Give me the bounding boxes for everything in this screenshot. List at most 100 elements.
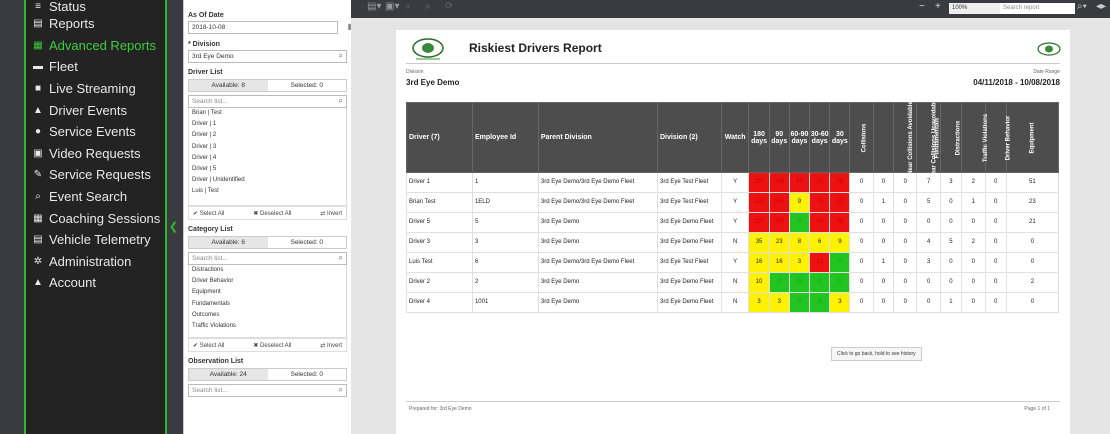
list-item[interactable]: Outcomes bbox=[189, 310, 346, 321]
risk-score: 9 bbox=[788, 192, 811, 213]
list-item[interactable]: Driver | 4 bbox=[189, 153, 346, 164]
table-row[interactable]: Driver 5 5 3rd Eye Demo 3rd Eye Demo Fleet Y… bbox=[406, 212, 1060, 233]
tab-selected[interactable]: Selected: 0 bbox=[268, 237, 347, 248]
list-item[interactable]: Distractions bbox=[189, 265, 346, 276]
list-item[interactable]: Brian | Test bbox=[189, 108, 346, 119]
nav-item-reports[interactable]: ▤ Reports bbox=[26, 13, 165, 35]
tab-available[interactable]: Available: 8 bbox=[189, 80, 268, 91]
print-icon[interactable]: ▣▾ bbox=[385, 1, 399, 12]
nav-item-coaching-sessions[interactable]: ▦ Coaching Sessions bbox=[26, 207, 165, 229]
invert-button[interactable]: ⇄ Invert bbox=[320, 210, 342, 217]
risk-score: 105 bbox=[768, 192, 790, 213]
list-item[interactable]: Driver | 2 bbox=[189, 130, 346, 141]
list-item[interactable]: Driver | 1 bbox=[189, 119, 346, 130]
nav-item-administration[interactable]: ✲ Administration bbox=[26, 251, 165, 273]
column-header[interactable]: Collisions bbox=[849, 102, 874, 173]
invert-button[interactable]: ⇄ Invert bbox=[320, 342, 342, 349]
column-header[interactable]: Parent Division bbox=[537, 102, 659, 173]
as-of-date-input[interactable]: 2018-10-08▦ bbox=[188, 21, 351, 34]
nav-item-label: Coaching Sessions bbox=[49, 210, 161, 226]
event-count: 0 bbox=[1005, 292, 1060, 313]
event-count: 1 bbox=[939, 292, 963, 313]
column-header[interactable]: Employee Id bbox=[471, 102, 539, 173]
column-header[interactable]: Driver (7) bbox=[406, 102, 473, 173]
event-count: 0 bbox=[893, 292, 918, 313]
refresh-icon[interactable]: ⟳ bbox=[445, 1, 453, 12]
list-item[interactable]: Driver | 5 bbox=[189, 164, 346, 175]
event-count: 0 bbox=[893, 252, 918, 273]
search-report-input[interactable]: Search report bbox=[1000, 3, 1075, 14]
forward-icon[interactable]: » bbox=[425, 1, 431, 12]
nav-item-advanced-reports[interactable]: ▦ Advanced Reports bbox=[26, 35, 165, 57]
column-header[interactable]: Near Collisions Avoidable bbox=[872, 101, 914, 175]
table-row[interactable]: Driver 4 1001 3rd Eye Demo 3rd Eye Demo Fle… bbox=[406, 292, 1060, 313]
nav-item-label: Status bbox=[49, 0, 86, 14]
table-row[interactable]: Driver 2 2 3rd Eye Demo 3rd Eye Demo Fleet N… bbox=[406, 272, 1060, 293]
nav-item-driver-events[interactable]: ▲ Driver Events bbox=[26, 99, 165, 121]
driver-list-label: Driver List bbox=[188, 69, 223, 76]
nav-item-vehicle-telemetry[interactable]: ▤ Vehicle Telemetry bbox=[26, 229, 165, 251]
column-header[interactable]: Division (2) bbox=[657, 102, 722, 173]
column-header[interactable]: 90 days bbox=[768, 102, 790, 173]
zoom-out-icon[interactable]: − bbox=[919, 1, 925, 12]
table-row[interactable]: Driver 3 3 3rd Eye Demo 3rd Eye Demo Fleet N… bbox=[406, 232, 1060, 253]
list-item[interactable]: Driver | 3 bbox=[189, 142, 346, 153]
search-icon[interactable]: ⌕ bbox=[339, 51, 343, 61]
date-range-value: 04/11/2018 - 10/08/2018 bbox=[973, 78, 1060, 87]
deselect-all-button[interactable]: ✖ Deselect All bbox=[253, 342, 291, 349]
event-count: 0 bbox=[872, 292, 895, 313]
search-placeholder: Search list... bbox=[192, 255, 228, 262]
back-icon[interactable]: « bbox=[405, 1, 411, 12]
column-header[interactable]: 180 days bbox=[748, 102, 770, 173]
list-item[interactable]: Equipment bbox=[189, 287, 346, 298]
list-item[interactable]: Driver | Unidentified bbox=[189, 175, 346, 186]
nav-item-service-events[interactable]: ● Service Events bbox=[26, 121, 165, 143]
search-icon[interactable]: ⌕ bbox=[339, 385, 343, 395]
nav-item-account[interactable]: ▲ Account bbox=[26, 272, 165, 294]
list-item[interactable]: Luis | Test bbox=[189, 186, 346, 197]
table-row[interactable]: Brian Test 1ELD 3rd Eye Demo/3rd Eye Demo … bbox=[406, 192, 1060, 213]
nav-item-label: Event Search bbox=[49, 189, 128, 205]
search-icon[interactable]: ⌕ bbox=[339, 96, 343, 106]
nav-item-label: Vehicle Telemetry bbox=[49, 232, 151, 248]
search-icon[interactable]: ⌕▾ bbox=[1077, 1, 1087, 12]
column-header[interactable]: 30 days bbox=[829, 102, 851, 173]
driver-list-search[interactable]: Search list... ⌕ bbox=[188, 95, 347, 108]
nav-item-fleet[interactable]: ▬ Fleet bbox=[26, 56, 165, 78]
observation-list-search[interactable]: Search list... ⌕ bbox=[188, 384, 347, 397]
nav-item-live-streaming[interactable]: ■ Live Streaming bbox=[26, 78, 165, 100]
column-header[interactable]: 60-90 days bbox=[788, 102, 811, 173]
nav-item-service-requests[interactable]: ✎ Service Requests bbox=[26, 164, 165, 186]
column-header[interactable]: 30-60 days bbox=[809, 102, 831, 173]
search-icon[interactable]: ⌕ bbox=[339, 253, 343, 263]
tab-selected[interactable]: Selected: 0 bbox=[268, 80, 347, 91]
deselect-all-button[interactable]: ✖ Deselect All bbox=[253, 210, 291, 217]
column-header[interactable]: Equipment bbox=[1005, 102, 1060, 173]
column-header[interactable]: Traffic Violations bbox=[961, 102, 989, 173]
list-item[interactable]: Driver Behavior bbox=[189, 276, 346, 287]
nav-item-status[interactable]: ≡ Status bbox=[26, 0, 165, 14]
select-all-button[interactable]: ✔ Select All bbox=[193, 342, 224, 349]
tab-selected[interactable]: Selected: 0 bbox=[268, 369, 347, 380]
nav-item-video-requests[interactable]: ▣ Video Requests bbox=[26, 143, 165, 165]
category-list-search[interactable]: Search list... ⌕ bbox=[188, 252, 347, 265]
division-select[interactable]: 3rd Eye Demo ⌕ bbox=[188, 50, 347, 63]
tab-available[interactable]: Available: 24 bbox=[189, 369, 268, 380]
list-item[interactable]: Fundamentals bbox=[189, 299, 346, 310]
collapse-sidebar-icon[interactable]: ❮ bbox=[169, 220, 178, 234]
zoom-select[interactable]: 100% bbox=[949, 3, 1004, 14]
nav-item-event-search[interactable]: ⌕ Event Search bbox=[26, 186, 165, 208]
tab-available[interactable]: Available: 6 bbox=[189, 237, 268, 248]
column-header[interactable]: Distractions bbox=[939, 102, 963, 173]
video-request-icon: ▣ bbox=[33, 147, 43, 159]
zoom-in-icon[interactable]: + bbox=[935, 1, 941, 12]
select-all-button[interactable]: ✔ Select All bbox=[193, 210, 224, 217]
column-header-label: Fundamentals bbox=[934, 117, 941, 159]
table-row[interactable]: Luis Test 6 3rd Eye Demo/3rd Eye Demo Flee… bbox=[406, 252, 1060, 273]
export-icon[interactable]: ▤▾ bbox=[367, 1, 381, 12]
list-item[interactable]: Traffic Violations bbox=[189, 321, 346, 332]
event-count: 0 bbox=[893, 212, 918, 233]
column-header[interactable]: Watch bbox=[720, 102, 750, 173]
find-next-icon[interactable]: ◂▸ bbox=[1096, 1, 1106, 12]
table-row[interactable]: Driver 1 1 3rd Eye Demo/3rd Eye Demo Fleet… bbox=[406, 172, 1060, 193]
